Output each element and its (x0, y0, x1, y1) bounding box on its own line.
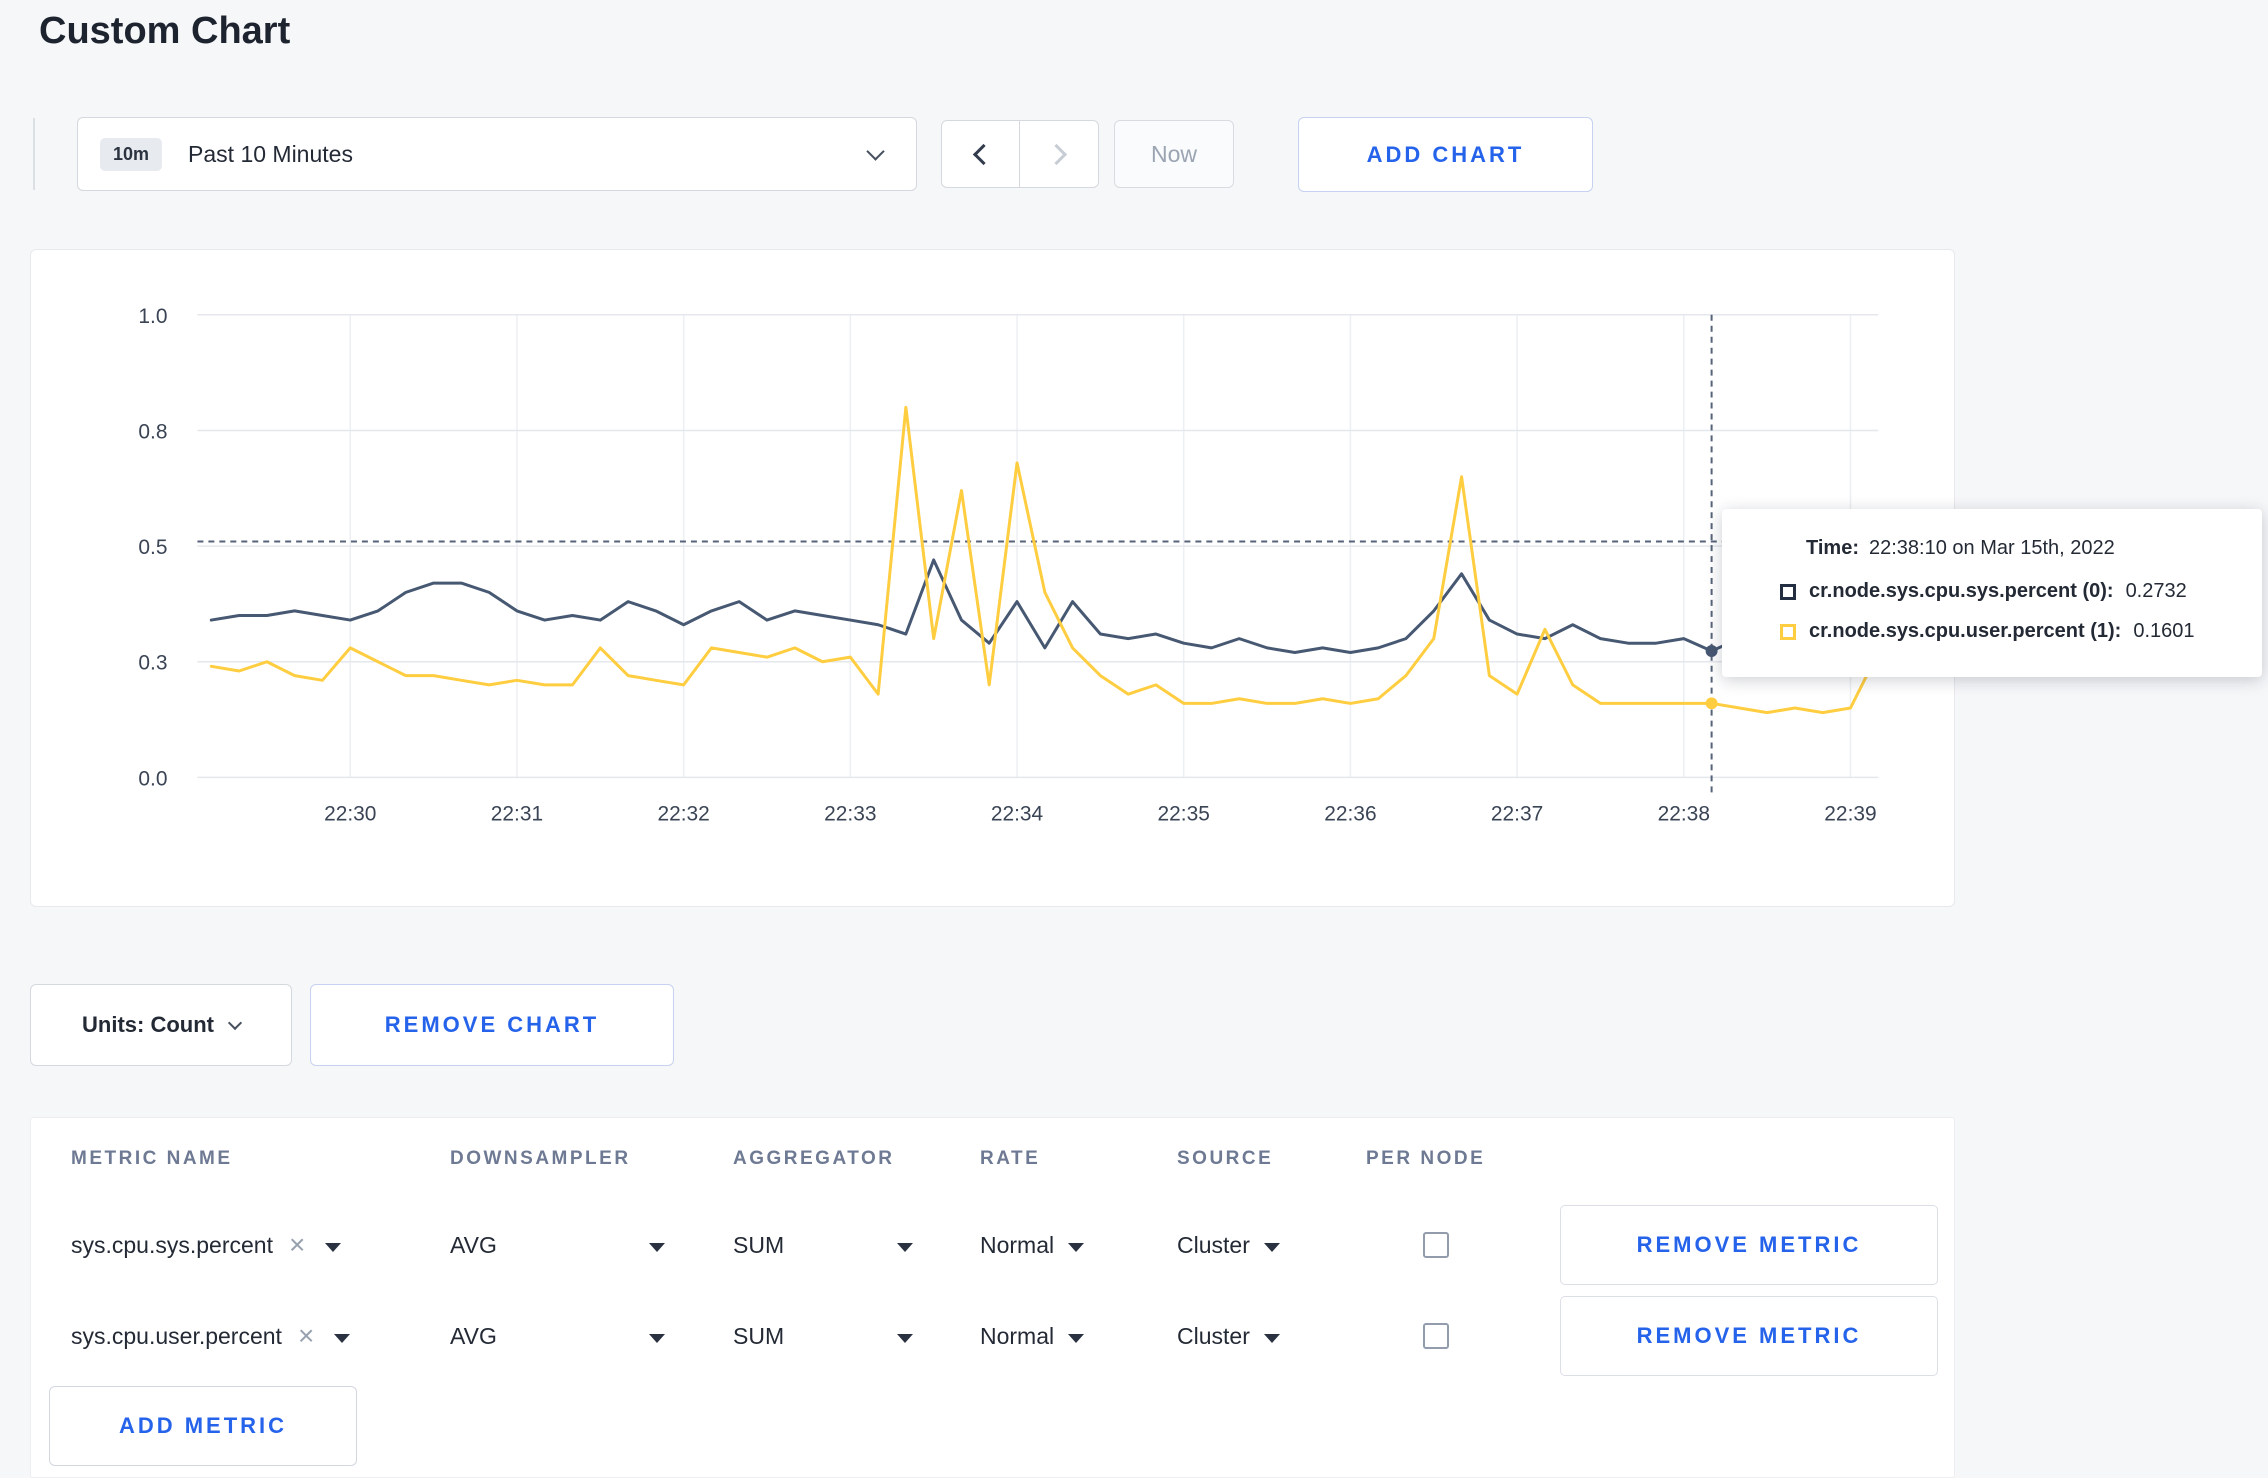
remove-chart-button[interactable]: REMOVE CHART (310, 984, 674, 1066)
svg-text:22:39: 22:39 (1824, 802, 1876, 825)
page-title: Custom Chart (39, 10, 291, 52)
caret-down-icon (1263, 1333, 1280, 1343)
svg-text:22:33: 22:33 (824, 802, 876, 825)
clear-metric-icon[interactable]: × (289, 1231, 305, 1259)
time-nav-group (941, 120, 1099, 188)
caret-down-icon (334, 1333, 351, 1343)
metrics-table-header: METRIC NAME DOWNSAMPLER AGGREGATOR RATE … (31, 1118, 1954, 1200)
svg-text:0.5: 0.5 (138, 536, 167, 559)
chart-tooltip: Time: 22:38:10 on Mar 15th, 2022 cr.node.… (1722, 509, 2262, 677)
chevron-down-icon (866, 142, 885, 161)
metric-row: sys.cpu.user.percent × AVG SUM Normal Cl… (31, 1296, 1954, 1376)
svg-text:0.8: 0.8 (138, 420, 167, 443)
custom-chart-page: Custom Chart 10m Past 10 Minutes Now ADD… (0, 0, 2268, 1478)
source-select[interactable]: Cluster (1177, 1323, 1280, 1350)
aggregator-select[interactable]: SUM (733, 1323, 913, 1350)
metric-name-cell[interactable]: sys.cpu.sys.percent × (71, 1231, 450, 1259)
chart-canvas[interactable]: 22:30 22:31 22:32 22:33 22:34 22:35 22:36 22:37… (31, 250, 1954, 906)
sys-series-swatch-icon (1780, 583, 1796, 600)
caret-down-icon (649, 1333, 665, 1343)
remove-metric-button[interactable]: REMOVE METRIC (1560, 1205, 1938, 1285)
svg-text:22:31: 22:31 (491, 802, 543, 825)
chevron-left-icon (972, 143, 995, 165)
metrics-table: METRIC NAME DOWNSAMPLER AGGREGATOR RATE … (30, 1117, 1955, 1478)
svg-text:22:38: 22:38 (1658, 802, 1710, 825)
svg-text:1.0: 1.0 (138, 305, 167, 328)
chevron-down-icon (227, 1015, 243, 1030)
chevron-right-icon (1045, 143, 1067, 165)
chart-panel: 22:30 22:31 22:32 22:33 22:34 22:35 22:36 22:37… (30, 249, 1955, 907)
tooltip-series-name: cr.node.sys.cpu.sys.percent (0): (1809, 580, 2114, 602)
caret-down-icon (1068, 1333, 1085, 1343)
prev-time-button[interactable] (941, 120, 1020, 188)
add-chart-button[interactable]: ADD CHART (1298, 117, 1593, 192)
clear-metric-icon[interactable]: × (298, 1322, 314, 1350)
metric-name-value: sys.cpu.user.percent (71, 1322, 282, 1349)
add-metric-button[interactable]: ADD METRIC (49, 1386, 357, 1466)
rate-select[interactable]: Normal (980, 1231, 1085, 1259)
rate-value: Normal (980, 1322, 1055, 1349)
svg-text:22:32: 22:32 (657, 802, 709, 825)
next-time-button[interactable] (1020, 120, 1099, 188)
header-metric-name: METRIC NAME (71, 1148, 233, 1169)
header-aggregator: AGGREGATOR (733, 1148, 895, 1169)
svg-text:0.0: 0.0 (138, 767, 167, 790)
metric-row: sys.cpu.sys.percent × AVG SUM Normal Clu… (31, 1205, 1954, 1285)
aggregator-value: SUM (733, 1322, 785, 1349)
tooltip-time: Time: 22:38:10 on Mar 15th, 2022 (1780, 537, 2242, 560)
time-range-label: Past 10 Minutes (188, 140, 353, 167)
svg-text:22:36: 22:36 (1324, 802, 1376, 825)
rate-select[interactable]: Normal (980, 1322, 1085, 1350)
aggregator-value: SUM (733, 1231, 785, 1258)
tooltip-series-row: cr.node.sys.cpu.sys.percent (0): 0.2732 (1780, 580, 2242, 603)
per-node-checkbox[interactable] (1423, 1323, 1449, 1349)
tooltip-series-value: 0.2732 (2125, 580, 2187, 602)
remove-metric-button[interactable]: REMOVE METRIC (1560, 1296, 1938, 1376)
per-node-checkbox[interactable] (1423, 1232, 1449, 1258)
tooltip-time-value: 22:38:10 on Mar 15th, 2022 (1868, 537, 2115, 559)
rate-value: Normal (980, 1231, 1055, 1258)
header-source: SOURCE (1177, 1148, 1274, 1169)
tooltip-series-name: cr.node.sys.cpu.user.percent (1): (1809, 620, 2122, 642)
downsampler-select[interactable]: AVG (450, 1323, 665, 1350)
units-dropdown[interactable]: Units: Count (30, 984, 292, 1066)
tooltip-series-value: 0.1601 (2133, 620, 2195, 642)
metric-name-cell[interactable]: sys.cpu.user.percent × (71, 1322, 450, 1350)
downsampler-value: AVG (450, 1231, 497, 1258)
metric-name-value: sys.cpu.sys.percent (71, 1231, 273, 1258)
toolbar-divider (33, 118, 35, 190)
tooltip-time-label: Time: (1806, 537, 1859, 559)
source-value: Cluster (1177, 1322, 1250, 1349)
svg-text:0.3: 0.3 (138, 652, 167, 675)
now-button[interactable]: Now (1114, 120, 1234, 188)
header-downsampler: DOWNSAMPLER (450, 1148, 631, 1169)
units-label: Units: Count (82, 1012, 214, 1037)
header-per-node: PER NODE (1366, 1148, 1486, 1169)
svg-text:22:37: 22:37 (1491, 802, 1543, 825)
svg-text:22:34: 22:34 (991, 802, 1044, 825)
caret-down-icon (897, 1333, 913, 1343)
caret-down-icon (1263, 1242, 1280, 1252)
downsampler-select[interactable]: AVG (450, 1232, 665, 1259)
svg-text:22:30: 22:30 (324, 802, 376, 825)
caret-down-icon (897, 1242, 913, 1252)
caret-down-icon (649, 1242, 665, 1252)
downsampler-value: AVG (450, 1322, 497, 1349)
user-series-swatch-icon (1780, 623, 1796, 640)
source-select[interactable]: Cluster (1177, 1232, 1280, 1259)
aggregator-select[interactable]: SUM (733, 1232, 913, 1259)
header-rate: RATE (980, 1148, 1041, 1169)
caret-down-icon (1068, 1242, 1085, 1252)
time-range-dropdown[interactable]: 10m Past 10 Minutes (77, 117, 917, 191)
source-value: Cluster (1177, 1231, 1250, 1258)
tooltip-series-row: cr.node.sys.cpu.user.percent (1): 0.1601 (1780, 620, 2242, 643)
svg-text:22:35: 22:35 (1158, 802, 1210, 825)
caret-down-icon (325, 1242, 342, 1252)
time-range-badge: 10m (100, 137, 163, 171)
